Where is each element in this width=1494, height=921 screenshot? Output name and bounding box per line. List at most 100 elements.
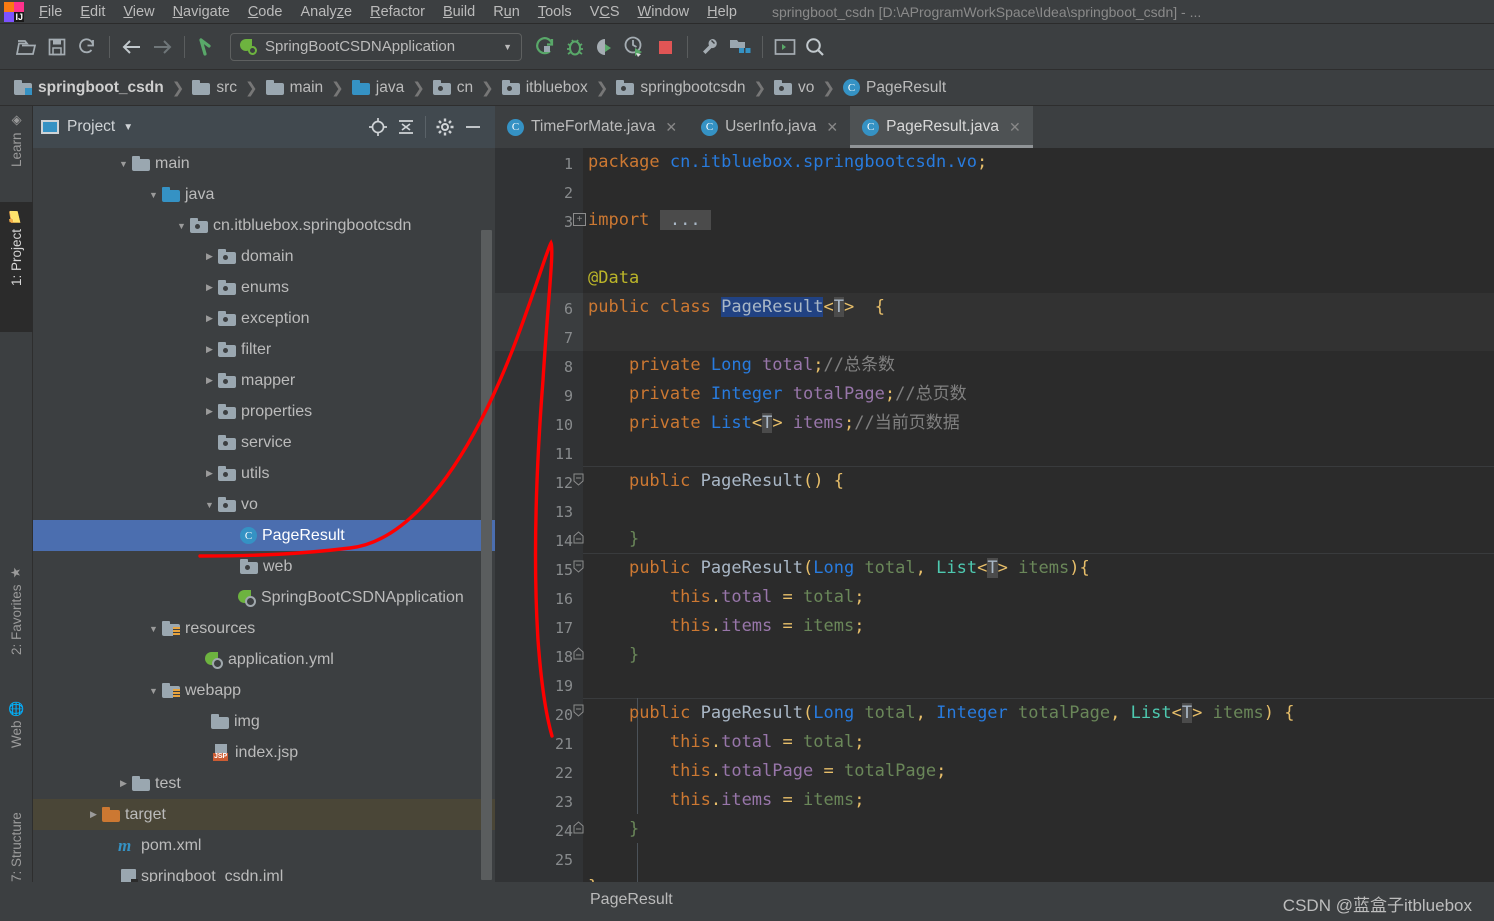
tree-item-properties[interactable]: ▶ properties bbox=[33, 396, 495, 427]
menu-file[interactable]: File bbox=[30, 0, 71, 24]
coverage-icon[interactable] bbox=[590, 32, 620, 62]
tree-item-filter[interactable]: ▶ filter bbox=[33, 334, 495, 365]
rerun-icon[interactable] bbox=[530, 32, 560, 62]
menu-view[interactable]: View bbox=[114, 0, 163, 24]
sidebar-item-project[interactable]: 1: Project 📁 bbox=[0, 202, 33, 332]
chevron-right-icon[interactable]: ▶ bbox=[115, 778, 132, 789]
tree-item-test[interactable]: ▶ test bbox=[33, 768, 495, 799]
chevron-down-icon[interactable]: ▼ bbox=[173, 221, 190, 231]
editor-tab-timeformate[interactable]: C TimeForMate.java ✕ bbox=[495, 106, 689, 148]
editor-tab-pageresult[interactable]: C PageResult.java ✕ bbox=[850, 106, 1033, 148]
minimize-icon[interactable] bbox=[459, 113, 487, 141]
breadcrumb-item-vo[interactable]: vo bbox=[770, 79, 818, 97]
open-folder-icon[interactable] bbox=[12, 32, 42, 62]
code-line-3[interactable]: import ... bbox=[588, 206, 711, 235]
tree-item-target[interactable]: ▶ target bbox=[33, 799, 495, 830]
tree-item-resources[interactable]: ▼ resources bbox=[33, 613, 495, 644]
tree-item-mapper[interactable]: ▶ mapper bbox=[33, 365, 495, 396]
forward-arrow-icon[interactable] bbox=[147, 32, 177, 62]
tree-item-service[interactable]: service bbox=[33, 427, 495, 458]
tree-item-pom-xml[interactable]: m pom.xml bbox=[33, 830, 495, 861]
tree-item-java[interactable]: ▼ java bbox=[33, 179, 495, 210]
menu-window[interactable]: Window bbox=[629, 0, 699, 24]
tree-item-webapp[interactable]: ▼ webapp bbox=[33, 675, 495, 706]
line-number: 1 bbox=[563, 155, 573, 173]
tree-item-package-root[interactable]: ▼ cn.itbluebox.springbootcsdn bbox=[33, 210, 495, 241]
tree-item-web[interactable]: web bbox=[33, 551, 495, 582]
breadcrumb-item-class[interactable]: C PageResult bbox=[839, 79, 950, 97]
close-icon[interactable]: ✕ bbox=[665, 119, 677, 136]
tree-item-springbootcsdnapplication[interactable]: SpringBootCSDNApplication bbox=[33, 582, 495, 613]
tree-item-utils[interactable]: ▶ utils bbox=[33, 458, 495, 489]
close-icon[interactable]: ✕ bbox=[1009, 119, 1021, 136]
chevron-right-icon[interactable]: ▶ bbox=[201, 406, 218, 417]
tree-item-application-yml[interactable]: application.yml bbox=[33, 644, 495, 675]
profile-icon[interactable] bbox=[620, 32, 650, 62]
breadcrumb-item-java[interactable]: java bbox=[348, 79, 408, 97]
back-arrow-icon[interactable] bbox=[117, 32, 147, 62]
code-line-23: this.total = total; bbox=[669, 732, 865, 752]
breadcrumb-item-springbootcsdn[interactable]: springbootcsdn bbox=[612, 79, 749, 97]
project-tree-scrollbar[interactable] bbox=[481, 230, 492, 880]
close-icon[interactable]: ✕ bbox=[826, 119, 838, 136]
breadcrumb-item-main[interactable]: main bbox=[262, 79, 328, 97]
sidebar-item-learn[interactable]: Learn ◈ bbox=[0, 106, 33, 202]
chevron-right-icon[interactable]: ▶ bbox=[201, 375, 218, 386]
tree-item-enums[interactable]: ▶ enums bbox=[33, 272, 495, 303]
chevron-down-icon[interactable]: ▼ bbox=[145, 190, 162, 200]
search-everywhere-icon[interactable] bbox=[800, 32, 830, 62]
chevron-down-icon[interactable]: ▼ bbox=[145, 686, 162, 696]
chevron-right-icon[interactable]: ▶ bbox=[201, 344, 218, 355]
menu-code[interactable]: Code bbox=[239, 0, 292, 24]
menu-tools[interactable]: Tools bbox=[529, 0, 581, 24]
project-tree[interactable]: ▼ main ▼ java ▼ cn.itbluebox.springbootc… bbox=[33, 148, 495, 921]
tree-item-pageresult[interactable]: C PageResult bbox=[33, 520, 495, 551]
terminal-icon[interactable] bbox=[770, 32, 800, 62]
menu-navigate[interactable]: Navigate bbox=[164, 0, 239, 24]
sync-icon[interactable] bbox=[72, 32, 102, 62]
menu-build[interactable]: Build bbox=[434, 0, 484, 24]
undo-icon[interactable] bbox=[192, 32, 222, 62]
chevron-right-icon[interactable]: ▶ bbox=[201, 251, 218, 262]
project-structure-icon[interactable] bbox=[725, 32, 755, 62]
code-editor[interactable]: 1 2 3 6 7 8 9 10 11 12 13 14 15 16 17 18… bbox=[495, 148, 1494, 882]
chevron-down-icon[interactable]: ▼ bbox=[201, 500, 218, 510]
save-all-icon[interactable] bbox=[42, 32, 72, 62]
tree-item-index-jsp[interactable]: JSP index.jsp bbox=[33, 737, 495, 768]
chevron-down-icon[interactable]: ▼ bbox=[145, 624, 162, 634]
stop-icon[interactable] bbox=[650, 32, 680, 62]
sidebar-item-web[interactable]: Web 🌐 bbox=[0, 694, 33, 782]
debug-icon[interactable] bbox=[560, 32, 590, 62]
tree-item-domain[interactable]: ▶ domain bbox=[33, 241, 495, 272]
tree-item-main[interactable]: ▼ main bbox=[33, 148, 495, 179]
breadcrumb-item-itbluebox[interactable]: itbluebox bbox=[498, 79, 592, 97]
menu-help[interactable]: Help bbox=[698, 0, 746, 24]
build-icon[interactable] bbox=[695, 32, 725, 62]
locate-icon[interactable] bbox=[364, 113, 392, 141]
chevron-right-icon[interactable]: ▶ bbox=[201, 313, 218, 324]
menu-edit[interactable]: Edit bbox=[71, 0, 114, 24]
chevron-right-icon[interactable]: ▶ bbox=[201, 282, 218, 293]
breadcrumb-item-cn[interactable]: cn bbox=[429, 79, 477, 97]
tree-item-img[interactable]: img bbox=[33, 706, 495, 737]
menu-vcs[interactable]: VCS bbox=[581, 0, 629, 24]
sidebar-item-favorites[interactable]: 2: Favorites ★ bbox=[0, 558, 33, 688]
menu-run[interactable]: Run bbox=[484, 0, 529, 24]
tree-item-exception[interactable]: ▶ exception bbox=[33, 303, 495, 334]
breadcrumb-item-src[interactable]: src bbox=[188, 79, 241, 97]
tree-item-vo[interactable]: ▼ vo bbox=[33, 489, 495, 520]
editor-tab-userinfo[interactable]: C UserInfo.java ✕ bbox=[689, 106, 850, 148]
breadcrumb-item-module[interactable]: springboot_csdn bbox=[10, 79, 168, 97]
chevron-right-icon[interactable]: ▶ bbox=[201, 468, 218, 479]
editor-gutter[interactable]: 1 2 3 6 7 8 9 10 11 12 13 14 15 16 17 18… bbox=[495, 148, 586, 882]
run-configuration-selector[interactable]: SpringBootCSDNApplication ▼ bbox=[230, 32, 522, 61]
collapse-all-icon[interactable] bbox=[392, 113, 420, 141]
menu-analyze[interactable]: Analyze bbox=[292, 0, 362, 24]
chevron-down-icon[interactable]: ▼ bbox=[503, 42, 512, 52]
code-content[interactable]: package cn.itbluebox.springbootcsdn.vo; … bbox=[583, 148, 1494, 882]
menu-refactor[interactable]: Refactor bbox=[361, 0, 434, 24]
gear-icon[interactable] bbox=[431, 113, 459, 141]
chevron-right-icon[interactable]: ▶ bbox=[85, 809, 102, 820]
chevron-down-icon[interactable]: ▼ bbox=[123, 122, 133, 133]
chevron-down-icon[interactable]: ▼ bbox=[115, 159, 132, 169]
